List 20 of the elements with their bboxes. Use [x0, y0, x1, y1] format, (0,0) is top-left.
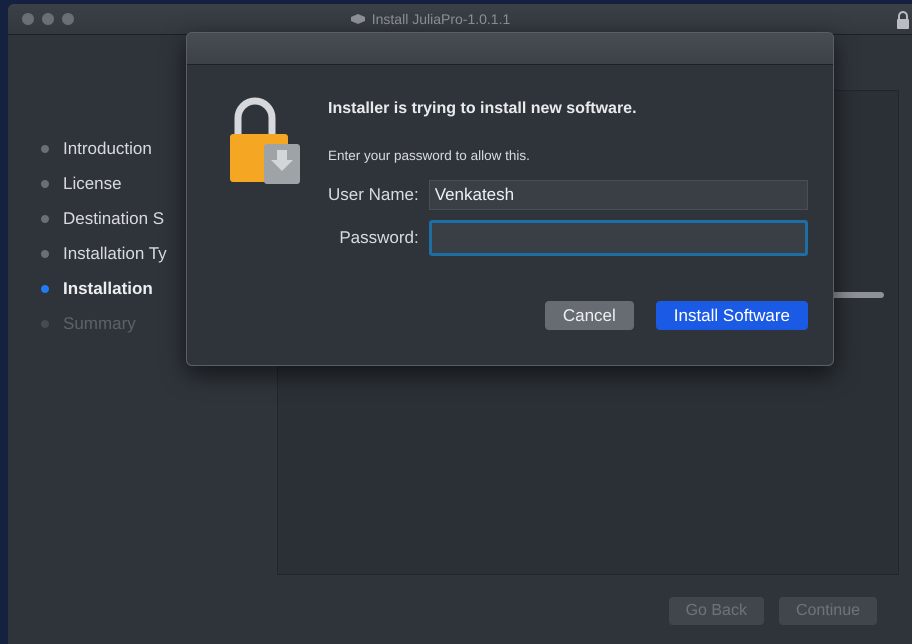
step-label: Introduction: [63, 138, 152, 158]
step-label: Installation Ty: [63, 244, 167, 264]
lock-icon: [228, 96, 302, 186]
step-label: Installation: [63, 278, 153, 298]
window-title: Install JuliaPro-1.0.1.1: [372, 11, 510, 27]
field-label: User Name:: [328, 185, 419, 205]
minimize-button[interactable]: [42, 13, 54, 25]
package-icon: [350, 13, 366, 25]
install-button[interactable]: Install Software: [656, 301, 808, 330]
dialog-heading: Installer is trying to install new software.: [328, 100, 638, 118]
lock-icon: [896, 11, 910, 29]
cancel-button[interactable]: Cancel: [544, 301, 634, 330]
dialog-message: Enter your password to allow this.: [328, 148, 531, 163]
field-label: Password:: [338, 228, 419, 248]
step-label: License: [63, 174, 122, 194]
step-label: Destination S: [63, 208, 164, 228]
zoom-button[interactable]: [62, 13, 74, 25]
close-button[interactable]: [22, 13, 34, 25]
password-field[interactable]: [428, 220, 808, 256]
username-field[interactable]: Venkatesh: [428, 180, 808, 210]
